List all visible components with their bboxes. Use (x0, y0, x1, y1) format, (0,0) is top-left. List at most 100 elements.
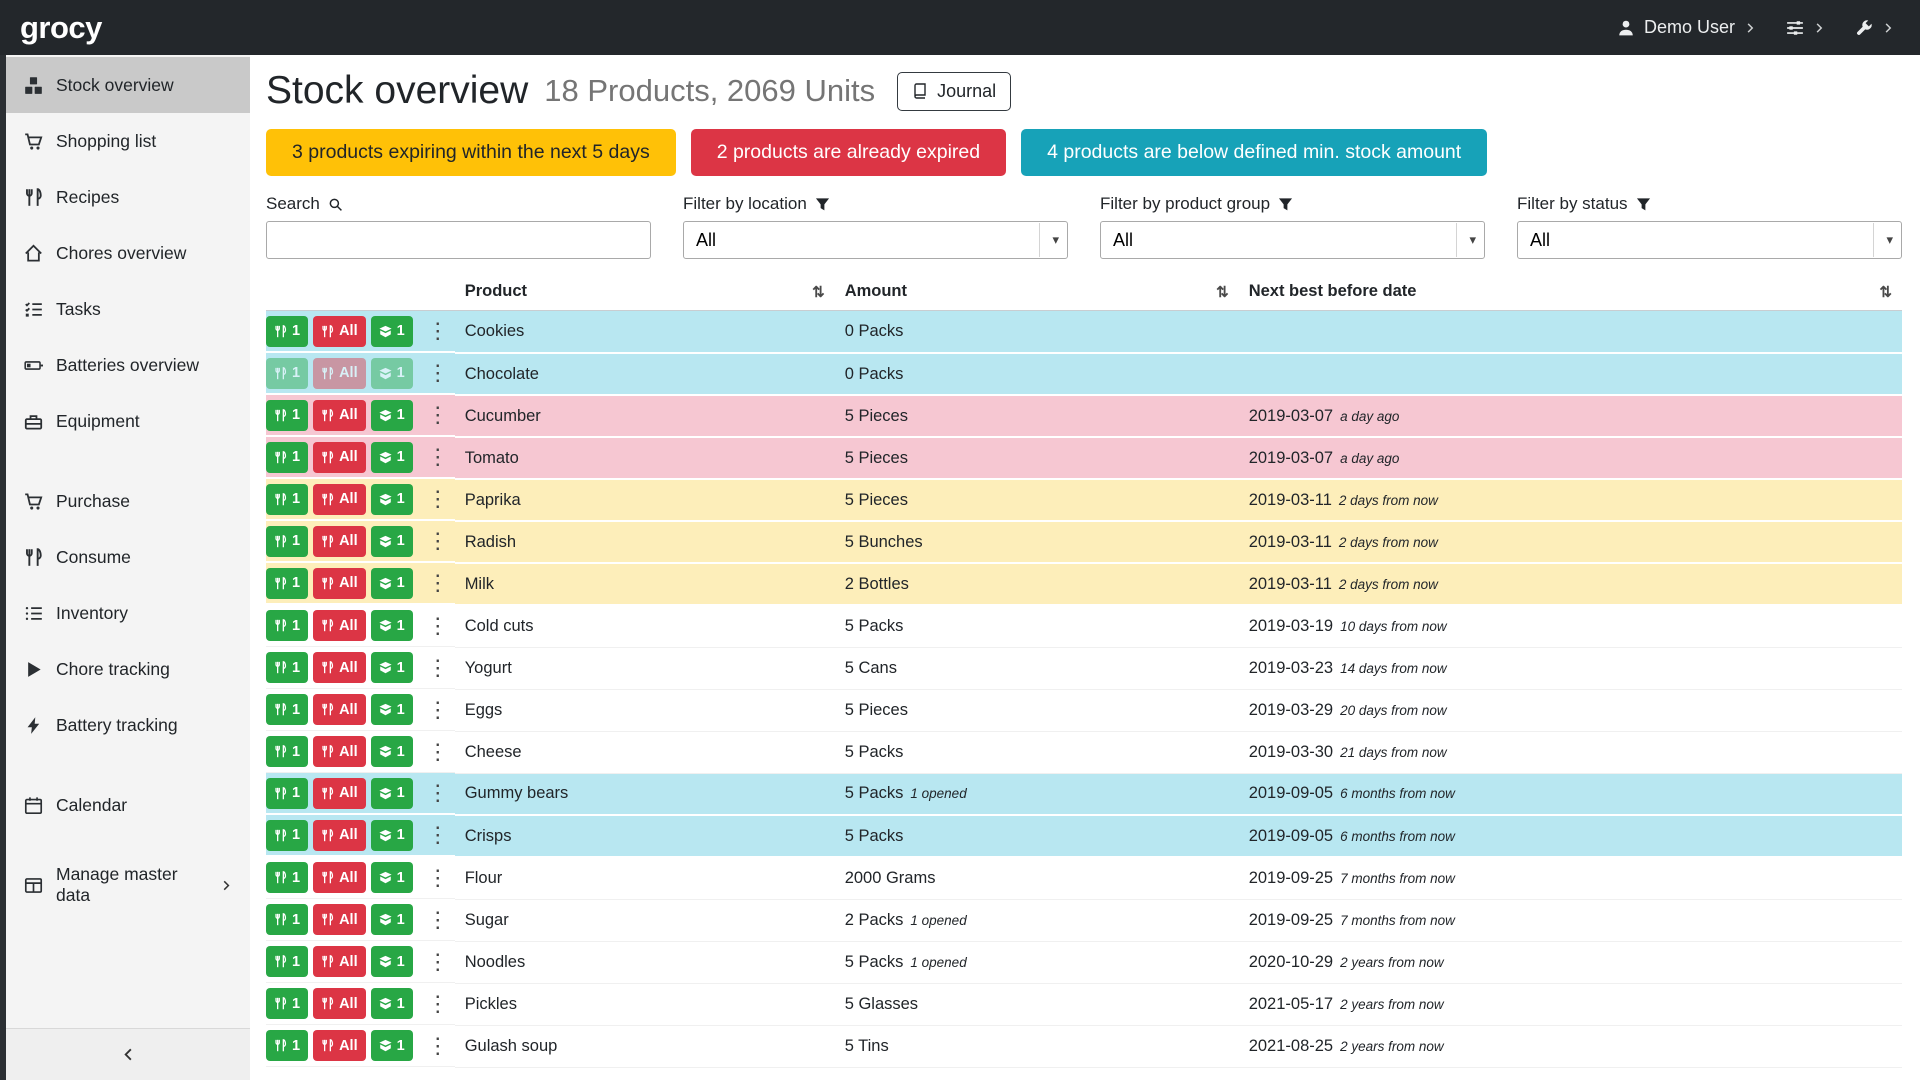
admin-menu[interactable] (1855, 19, 1894, 37)
sort-icon[interactable]: ⇅ (812, 283, 825, 301)
open-one-button[interactable]: 1 (371, 736, 413, 767)
settings-menu[interactable] (1786, 19, 1825, 37)
row-menu-button[interactable]: ⋮ (421, 867, 455, 889)
sidebar-item-calendar[interactable]: Calendar (6, 777, 250, 833)
row-menu-button[interactable]: ⋮ (421, 320, 455, 342)
sidebar-item-equipment[interactable]: Equipment (6, 393, 250, 449)
location-select[interactable]: All (684, 222, 1067, 258)
consume-all-button[interactable]: All (313, 400, 366, 431)
row-menu-button[interactable]: ⋮ (421, 782, 455, 804)
journal-button[interactable]: Journal (897, 72, 1011, 111)
open-one-button[interactable]: 1 (371, 694, 413, 725)
row-menu-button[interactable]: ⋮ (421, 488, 455, 510)
open-one-button[interactable]: 1 (371, 526, 413, 557)
sidebar-item-manage-master-data[interactable]: Manage master data (6, 857, 250, 913)
product-column-header[interactable]: Product ⇅ (455, 273, 835, 311)
open-one-button[interactable]: 1 (371, 568, 413, 599)
sort-icon[interactable]: ⇅ (1216, 283, 1229, 301)
sidebar-item-recipes[interactable]: Recipes (6, 169, 250, 225)
sidebar-item-tasks[interactable]: Tasks (6, 281, 250, 337)
consume-one-button[interactable]: 1 (266, 358, 308, 389)
consume-one-button[interactable]: 1 (266, 988, 308, 1019)
sidebar-item-inventory[interactable]: Inventory (6, 585, 250, 641)
consume-all-button[interactable]: All (313, 610, 366, 641)
consume-all-button[interactable]: All (313, 988, 366, 1019)
sidebar-item-consume[interactable]: Consume (6, 529, 250, 585)
consume-one-button[interactable]: 1 (266, 610, 308, 641)
consume-one-button[interactable]: 1 (266, 1030, 308, 1061)
row-menu-button[interactable]: ⋮ (421, 362, 455, 384)
consume-one-button[interactable]: 1 (266, 568, 308, 599)
consume-all-button[interactable]: All (313, 568, 366, 599)
open-one-button[interactable]: 1 (371, 1030, 413, 1061)
consume-one-button[interactable]: 1 (266, 904, 308, 935)
row-menu-button[interactable]: ⋮ (421, 657, 455, 679)
consume-one-button[interactable]: 1 (266, 820, 308, 851)
consume-all-button[interactable]: All (313, 316, 366, 347)
open-one-button[interactable]: 1 (371, 358, 413, 389)
consume-one-button[interactable]: 1 (266, 694, 308, 725)
row-menu-button[interactable]: ⋮ (421, 824, 455, 846)
open-one-button[interactable]: 1 (371, 484, 413, 515)
sidebar-item-batteries-overview[interactable]: Batteries overview (6, 337, 250, 393)
consume-all-button[interactable]: All (313, 526, 366, 557)
sidebar-item-purchase[interactable]: Purchase (6, 473, 250, 529)
consume-all-button[interactable]: All (313, 652, 366, 683)
row-menu-button[interactable]: ⋮ (421, 615, 455, 637)
alert-warning-button[interactable]: 3 products expiring within the next 5 da… (266, 129, 676, 176)
consume-one-button[interactable]: 1 (266, 442, 308, 473)
sidebar-collapse-button[interactable] (6, 1028, 250, 1080)
consume-all-button[interactable]: All (313, 1030, 366, 1061)
consume-all-button[interactable]: All (313, 904, 366, 935)
consume-one-button[interactable]: 1 (266, 484, 308, 515)
row-menu-button[interactable]: ⋮ (421, 993, 455, 1015)
open-one-button[interactable]: 1 (371, 610, 413, 641)
amount-column-header[interactable]: Amount ⇅ (835, 273, 1239, 311)
alert-danger-button[interactable]: 2 products are already expired (691, 129, 1006, 176)
row-menu-button[interactable]: ⋮ (421, 909, 455, 931)
row-menu-button[interactable]: ⋮ (421, 530, 455, 552)
consume-one-button[interactable]: 1 (266, 400, 308, 431)
open-one-button[interactable]: 1 (371, 820, 413, 851)
app-logo[interactable]: grocy (20, 10, 102, 46)
open-one-button[interactable]: 1 (371, 400, 413, 431)
row-menu-button[interactable]: ⋮ (421, 951, 455, 973)
date-column-header[interactable]: Next best before date ⇅ (1239, 273, 1902, 311)
open-one-button[interactable]: 1 (371, 904, 413, 935)
sidebar-item-battery-tracking[interactable]: Battery tracking (6, 697, 250, 753)
consume-all-button[interactable]: All (313, 484, 366, 515)
row-menu-button[interactable]: ⋮ (421, 699, 455, 721)
sort-icon[interactable]: ⇅ (1879, 283, 1892, 301)
consume-all-button[interactable]: All (313, 862, 366, 893)
open-one-button[interactable]: 1 (371, 988, 413, 1019)
product-group-select[interactable]: All (1101, 222, 1484, 258)
consume-one-button[interactable]: 1 (266, 946, 308, 977)
consume-one-button[interactable]: 1 (266, 526, 308, 557)
status-select[interactable]: All (1518, 222, 1901, 258)
consume-all-button[interactable]: All (313, 442, 366, 473)
sidebar-item-shopping-list[interactable]: Shopping list (6, 113, 250, 169)
consume-one-button[interactable]: 1 (266, 652, 308, 683)
open-one-button[interactable]: 1 (371, 316, 413, 347)
row-menu-button[interactable]: ⋮ (421, 404, 455, 426)
consume-all-button[interactable]: All (313, 820, 366, 851)
row-menu-button[interactable]: ⋮ (421, 741, 455, 763)
consume-one-button[interactable]: 1 (266, 862, 308, 893)
open-one-button[interactable]: 1 (371, 652, 413, 683)
open-one-button[interactable]: 1 (371, 862, 413, 893)
consume-all-button[interactable]: All (313, 736, 366, 767)
sidebar-item-stock-overview[interactable]: Stock overview (6, 57, 250, 113)
sidebar-item-chore-tracking[interactable]: Chore tracking (6, 641, 250, 697)
consume-one-button[interactable]: 1 (266, 778, 308, 809)
consume-all-button[interactable]: All (313, 778, 366, 809)
sidebar-item-chores-overview[interactable]: Chores overview (6, 225, 250, 281)
alert-info-button[interactable]: 4 products are below defined min. stock … (1021, 129, 1487, 176)
user-menu[interactable]: Demo User (1617, 17, 1756, 38)
search-input[interactable] (266, 221, 651, 259)
consume-all-button[interactable]: All (313, 946, 366, 977)
consume-one-button[interactable]: 1 (266, 316, 308, 347)
open-one-button[interactable]: 1 (371, 778, 413, 809)
open-one-button[interactable]: 1 (371, 442, 413, 473)
open-one-button[interactable]: 1 (371, 946, 413, 977)
row-menu-button[interactable]: ⋮ (421, 446, 455, 468)
